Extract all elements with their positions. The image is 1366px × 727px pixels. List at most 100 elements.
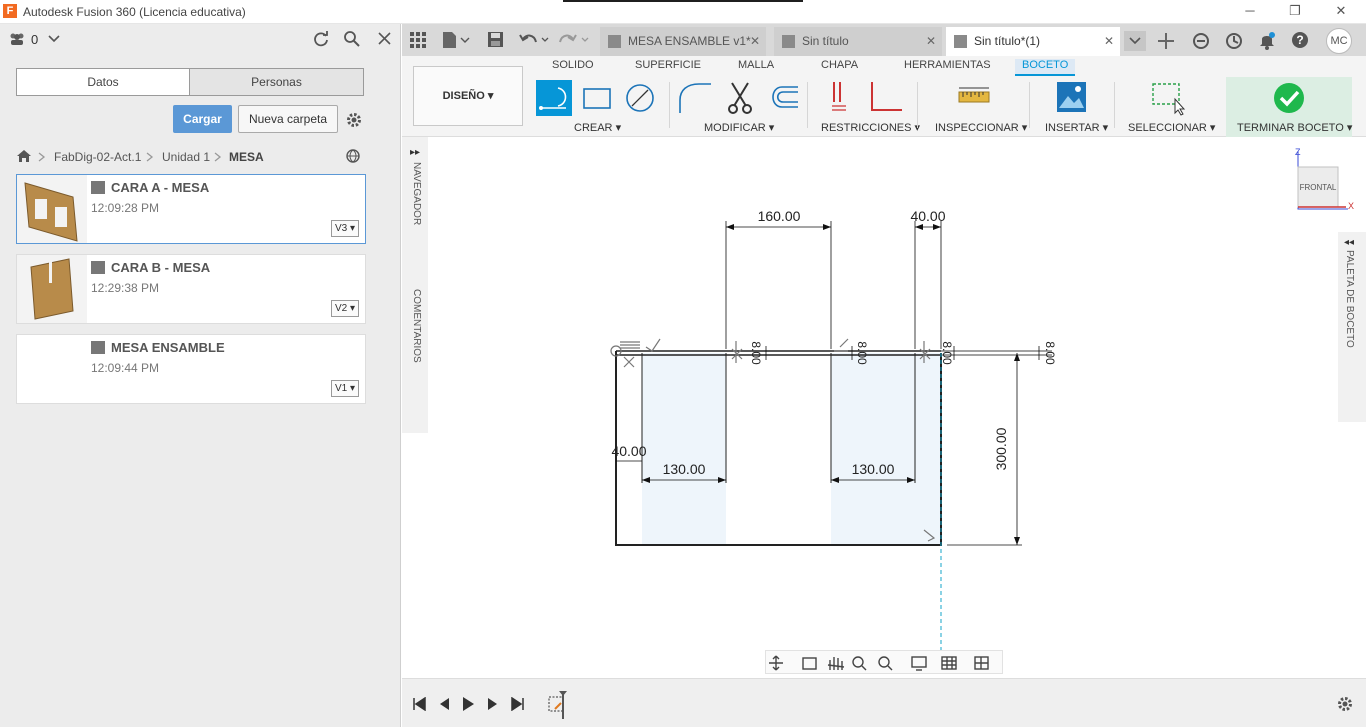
look-at-icon[interactable] — [800, 651, 820, 675]
dim-8-d[interactable]: 8.00 — [1043, 341, 1057, 365]
dim-130-a[interactable]: 130.00 — [663, 461, 706, 477]
step-forward-icon[interactable] — [486, 697, 500, 711]
constraints-menu[interactable]: RESTRICCIONES ▾ — [821, 121, 920, 134]
ribbon-tab-malla[interactable]: MALLA — [738, 59, 774, 71]
tab-personas[interactable]: Personas — [189, 68, 364, 96]
grid-settings-icon[interactable] — [940, 651, 970, 675]
version-dropdown[interactable]: V1 ▾ — [331, 380, 359, 397]
go-to-end-icon[interactable] — [511, 697, 525, 711]
gear-icon[interactable] — [345, 111, 363, 129]
ribbon-tab-chapa[interactable]: CHAPA — [821, 59, 858, 71]
globe-icon[interactable] — [345, 149, 362, 164]
redo-icon[interactable] — [558, 31, 590, 49]
undo-icon[interactable] — [518, 31, 550, 49]
select-menu[interactable]: SELECCIONAR ▾ — [1128, 121, 1215, 134]
close-window-button[interactable]: ✕ — [1326, 2, 1356, 22]
restore-button[interactable]: ❐ — [1280, 2, 1310, 22]
sketch-geometry[interactable]: 160.00 40.00 40.00 130.00 130.00 300.00 … — [402, 137, 1332, 678]
go-to-start-icon[interactable] — [412, 697, 426, 711]
design-cube-icon — [608, 35, 621, 48]
circle-tool[interactable] — [622, 80, 658, 116]
breadcrumb-project[interactable]: FabDig-02-Act.1 — [54, 150, 141, 164]
timeline-settings-icon[interactable] — [1336, 695, 1354, 713]
save-icon[interactable] — [487, 31, 504, 48]
file-menu-icon[interactable] — [442, 31, 470, 49]
coincident-constraint-tool[interactable] — [824, 80, 860, 116]
sketch-timeline-item-icon[interactable] — [547, 689, 573, 719]
tab-mesa-ensamble[interactable]: MESA ENSAMBLE v1* ✕ — [600, 27, 766, 56]
viewport-canvas[interactable]: ▸▸ NAVEGADOR COMENTARIOS ◂◂ PALETA DE BO… — [402, 137, 1366, 678]
home-icon[interactable] — [16, 149, 32, 163]
dim-8-b[interactable]: 8.00 — [855, 341, 869, 365]
tab-sin-titulo[interactable]: Sin título ✕ — [774, 27, 942, 56]
modify-menu[interactable]: MODIFICAR ▾ — [704, 121, 774, 134]
search-icon[interactable] — [343, 30, 361, 48]
create-menu[interactable]: CREAR ▾ — [574, 121, 621, 134]
sketch-palette-tab[interactable]: PALETA DE BOCETO — [1344, 250, 1355, 348]
dim-8-a[interactable]: 8.00 — [749, 341, 763, 365]
tab-datos[interactable]: Datos — [16, 68, 190, 96]
file-card[interactable]: MESA ENSAMBLE 12:09:44 PM V1 ▾ — [16, 334, 366, 404]
fit-view-icon[interactable] — [876, 651, 906, 675]
display-settings-icon[interactable] — [908, 651, 938, 675]
viewports-icon[interactable] — [972, 651, 1002, 675]
close-panel-icon[interactable] — [377, 31, 392, 46]
upload-button[interactable]: Cargar — [173, 105, 232, 133]
ribbon-tab-superficie[interactable]: SUPERFICIE — [635, 59, 701, 71]
inspect-label: INSPECCIONAR — [935, 122, 1019, 134]
user-avatar[interactable]: MC — [1326, 28, 1352, 54]
help-icon[interactable]: ? — [1290, 30, 1310, 50]
measure-tool[interactable] — [957, 80, 993, 116]
close-tab-icon[interactable]: ✕ — [926, 27, 936, 56]
orbit-icon[interactable] — [766, 651, 794, 675]
app-grid-icon[interactable] — [410, 32, 426, 48]
insert-menu[interactable]: INSERTAR ▾ — [1045, 121, 1108, 134]
tab-sin-titulo-1[interactable]: Sin título*(1) ✕ — [946, 27, 1120, 56]
ribbon-tab-boceto[interactable]: BOCETO — [1015, 59, 1076, 76]
document-tab-bar: MESA ENSAMBLE v1* ✕ Sin título ✕ Sin tít… — [402, 24, 1366, 56]
new-tab-icon[interactable] — [1156, 31, 1176, 51]
close-tab-icon[interactable]: ✕ — [1104, 27, 1114, 56]
finish-sketch-button[interactable]: TERMINAR BOCETO ▾ — [1226, 77, 1352, 137]
chevron-down-icon[interactable] — [48, 35, 60, 43]
select-tool[interactable] — [1150, 80, 1186, 116]
perpendicular-constraint-tool[interactable] — [868, 80, 904, 116]
file-card[interactable]: CARA B - MESA 12:29:38 PM V2 ▾ — [16, 254, 366, 324]
insert-image-tool[interactable] — [1054, 80, 1090, 116]
step-back-icon[interactable] — [437, 697, 451, 711]
ribbon-tab-solido[interactable]: SOLIDO — [552, 59, 594, 71]
zoom-icon[interactable] — [850, 651, 872, 675]
sketch-extension[interactable] — [941, 350, 1052, 356]
expand-palette-icon[interactable]: ◂◂ — [1344, 237, 1354, 248]
workspace-selector[interactable]: DISEÑO ▾ — [413, 66, 523, 126]
extensions-icon[interactable] — [1191, 31, 1211, 51]
dim-160[interactable]: 160.00 — [758, 208, 801, 224]
dim-40-left[interactable]: 40.00 — [611, 443, 646, 459]
version-dropdown[interactable]: V3 ▾ — [331, 220, 359, 237]
line-tool[interactable] — [536, 80, 572, 116]
play-icon[interactable] — [461, 696, 475, 712]
job-status-icon[interactable] — [1224, 31, 1244, 51]
inspect-menu[interactable]: INSPECCIONAR ▾ — [935, 121, 1027, 134]
tab-overflow-icon[interactable] — [1124, 31, 1146, 51]
dim-130-b[interactable]: 130.00 — [852, 461, 895, 477]
dim-8-c[interactable]: 8.00 — [940, 341, 954, 365]
close-tab-icon[interactable]: ✕ — [750, 27, 760, 56]
refresh-icon[interactable] — [312, 30, 330, 48]
trim-tool[interactable] — [722, 80, 758, 116]
minimize-button[interactable]: ─ — [1235, 2, 1265, 22]
pan-hand-icon[interactable] — [824, 651, 848, 675]
offset-tool[interactable] — [764, 80, 800, 116]
navigation-bar — [765, 650, 1003, 674]
team-icon[interactable] — [8, 33, 26, 45]
new-folder-button[interactable]: Nueva carpeta — [238, 105, 338, 133]
fillet-tool[interactable] — [677, 80, 713, 116]
rectangle-tool[interactable] — [579, 80, 615, 116]
dim-40-top[interactable]: 40.00 — [910, 208, 945, 224]
dim-300[interactable]: 300.00 — [993, 427, 1009, 470]
version-dropdown[interactable]: V2 ▾ — [331, 300, 359, 317]
breadcrumb-folder[interactable]: Unidad 1 — [162, 150, 210, 164]
file-card[interactable]: CARA A - MESA 12:09:28 PM V3 ▾ — [16, 174, 366, 244]
ribbon-tab-herramientas[interactable]: HERRAMIENTAS — [904, 59, 991, 71]
notifications-icon[interactable] — [1257, 30, 1277, 50]
